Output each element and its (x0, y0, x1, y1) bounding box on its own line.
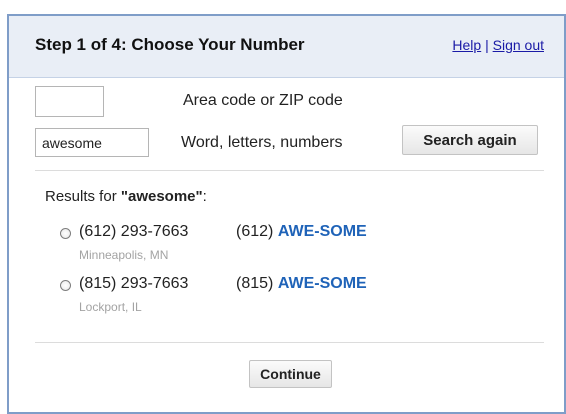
dialog-window: Step 1 of 4: Choose Your Number Help | S… (7, 14, 566, 414)
word-input[interactable] (35, 128, 149, 157)
result-location-2: Lockport, IL (79, 300, 142, 314)
word-label: Word, letters, numbers (181, 134, 343, 151)
dialog-header: Step 1 of 4: Choose Your Number Help | S… (9, 16, 564, 78)
result-word-area-1: (612) (236, 223, 274, 240)
divider-top (35, 170, 544, 171)
divider-bottom (35, 342, 544, 343)
search-again-button[interactable]: Search again (402, 125, 538, 155)
continue-button[interactable]: Continue (249, 360, 332, 388)
result-radio-2[interactable] (60, 280, 71, 291)
link-separator: | (485, 37, 489, 53)
header-links: Help | Sign out (452, 37, 544, 53)
result-word-text-1: AWE-SOME (277, 223, 367, 240)
results-heading: Results for "awesome": (45, 188, 207, 205)
result-word-area-2: (815) (236, 275, 274, 292)
result-radio-1[interactable] (60, 228, 71, 239)
help-link[interactable]: Help (452, 37, 481, 53)
results-query: "awesome" (120, 188, 203, 205)
result-word-text-2: AWE-SOME (277, 275, 367, 292)
results-suffix: : (202, 188, 207, 205)
result-word-1: (612) AWE-SOME (236, 223, 367, 241)
area-code-label: Area code or ZIP code (183, 92, 343, 109)
signout-link[interactable]: Sign out (493, 37, 544, 53)
results-prefix: Results for (45, 188, 121, 205)
result-word-2: (815) AWE-SOME (236, 275, 367, 293)
result-number-1: (612) 293-7663 (79, 223, 189, 240)
area-code-input[interactable] (35, 86, 104, 117)
page-title: Step 1 of 4: Choose Your Number (35, 35, 305, 54)
result-location-1: Minneapolis, MN (79, 248, 169, 262)
result-number-2: (815) 293-7663 (79, 275, 189, 292)
